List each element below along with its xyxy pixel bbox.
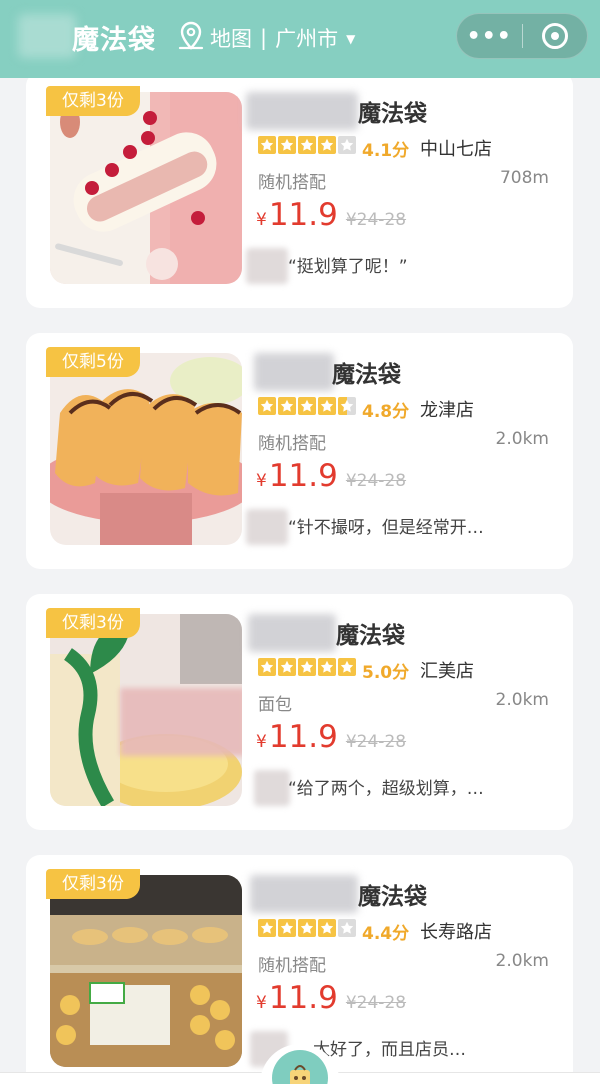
close-icon	[541, 23, 568, 49]
shop-name-blurred	[246, 92, 358, 130]
map-pin-icon	[178, 21, 204, 55]
price-row: ¥ 11.9 ¥24-28	[256, 719, 406, 755]
price-row: ¥ 11.9 ¥24-28	[256, 197, 406, 233]
star-empty-icon	[338, 919, 356, 937]
star-full-icon	[338, 658, 356, 676]
top-header: 魔法袋 地图 | 广州市 ▼ •••	[0, 0, 600, 78]
shop-card[interactable]: 仅剩3份 魔法袋 4.1分 中山七店 随机搭配 708m ¥ 11.9 ¥24-…	[26, 72, 573, 308]
store-name: 长寿路店	[420, 922, 492, 943]
rating-score: 4.4分	[362, 924, 410, 944]
review-snippet: “挺划算了呢！”	[288, 257, 408, 277]
price: 11.9	[268, 197, 338, 233]
bag-category: 面包	[258, 695, 292, 715]
currency-symbol: ¥	[256, 732, 267, 752]
bag-name: 魔法袋	[358, 884, 427, 910]
review-snippet: “给了两个，超级划算，…	[288, 779, 484, 799]
shop-card[interactable]: 仅剩5份 魔法袋 4.8分 龙津店 随机搭配 2.0km ¥ 11.9 ¥24-…	[26, 333, 573, 569]
star-full-icon	[318, 397, 336, 415]
store-name: 龙津店	[420, 400, 474, 421]
currency-symbol: ¥	[256, 210, 267, 230]
header-separator: |	[260, 26, 268, 50]
bag-category: 随机搭配	[258, 434, 326, 454]
distance: 2.0km	[495, 951, 549, 971]
star-full-icon	[318, 919, 336, 937]
star-half-icon	[338, 397, 356, 415]
app-screen: 魔法袋 地图 | 广州市 ▼ ••• 仅剩3份 魔法袋 4.1分 中山七店 随机…	[0, 0, 600, 1084]
star-rating	[258, 397, 358, 415]
bag-category: 随机搭配	[258, 173, 326, 193]
original-price: ¥24-28	[345, 993, 407, 1013]
star-full-icon	[258, 919, 276, 937]
rating-score: 4.1分	[362, 141, 410, 161]
star-full-icon	[278, 919, 296, 937]
product-image	[50, 614, 242, 806]
miniprogram-capsule: •••	[456, 13, 588, 59]
star-full-icon	[278, 658, 296, 676]
price: 11.9	[268, 458, 338, 494]
star-full-icon	[298, 136, 316, 154]
currency-symbol: ¥	[256, 471, 267, 491]
star-full-icon	[278, 397, 296, 415]
bag-name: 魔法袋	[336, 623, 405, 649]
star-full-icon	[258, 397, 276, 415]
shop-name-blurred	[250, 875, 358, 913]
star-full-icon	[298, 658, 316, 676]
product-image	[50, 92, 242, 284]
shop-name-blurred	[248, 614, 336, 652]
app-title: 魔法袋	[72, 25, 156, 56]
map-label: 地图	[210, 27, 252, 51]
star-rating	[258, 658, 358, 676]
star-empty-icon	[338, 136, 356, 154]
stock-tag: 仅剩3份	[46, 86, 140, 116]
star-full-icon	[318, 658, 336, 676]
city-selector[interactable]: 广州市	[275, 23, 338, 53]
price: 11.9	[268, 719, 338, 755]
distance: 2.0km	[495, 429, 549, 449]
rating-score: 4.8分	[362, 402, 410, 422]
original-price: ¥24-28	[345, 471, 407, 491]
shop-card[interactable]: 仅剩3份 魔法袋 5.0分 汇美店 面包 2.0km ¥ 11.9 ¥24-28…	[26, 594, 573, 830]
store-name: 汇美店	[420, 661, 474, 682]
stock-tag: 仅剩5份	[46, 347, 140, 377]
store-name: 中山七店	[420, 139, 492, 160]
bag-category: 随机搭配	[258, 956, 326, 976]
star-rating	[258, 919, 358, 937]
rating-score: 5.0分	[362, 663, 410, 683]
chevron-down-icon: ▼	[346, 32, 356, 46]
distance: 2.0km	[495, 690, 549, 710]
currency-symbol: ¥	[256, 993, 267, 1013]
bag-icon	[272, 1050, 328, 1084]
star-full-icon	[318, 136, 336, 154]
product-image	[50, 875, 242, 1067]
reviewer-avatar	[246, 509, 288, 545]
bag-name: 魔法袋	[332, 362, 401, 388]
reviewer-avatar	[254, 770, 290, 806]
bag-name: 魔法袋	[358, 101, 427, 127]
star-full-icon	[298, 397, 316, 415]
price-row: ¥ 11.9 ¥24-28	[256, 458, 406, 494]
review-snippet: “针不撮呀，但是经常开…	[288, 518, 484, 538]
price: 11.9	[268, 980, 338, 1016]
star-full-icon	[258, 658, 276, 676]
original-price: ¥24-28	[345, 732, 407, 752]
star-full-icon	[258, 136, 276, 154]
stock-tag: 仅剩3份	[46, 608, 140, 638]
star-full-icon	[298, 919, 316, 937]
more-button[interactable]: •••	[457, 24, 522, 49]
product-image	[50, 353, 242, 545]
star-rating	[258, 136, 358, 154]
brand-logo-blurred	[18, 14, 76, 58]
map-link[interactable]: 地图 | 广州市 ▼	[178, 21, 355, 55]
close-button[interactable]	[523, 23, 588, 49]
price-row: ¥ 11.9 ¥24-28	[256, 980, 406, 1016]
shop-name-blurred	[254, 353, 334, 391]
distance: 708m	[499, 168, 549, 188]
original-price: ¥24-28	[345, 210, 407, 230]
reviewer-avatar	[246, 248, 288, 284]
stock-tag: 仅剩3份	[46, 869, 140, 899]
star-full-icon	[278, 136, 296, 154]
